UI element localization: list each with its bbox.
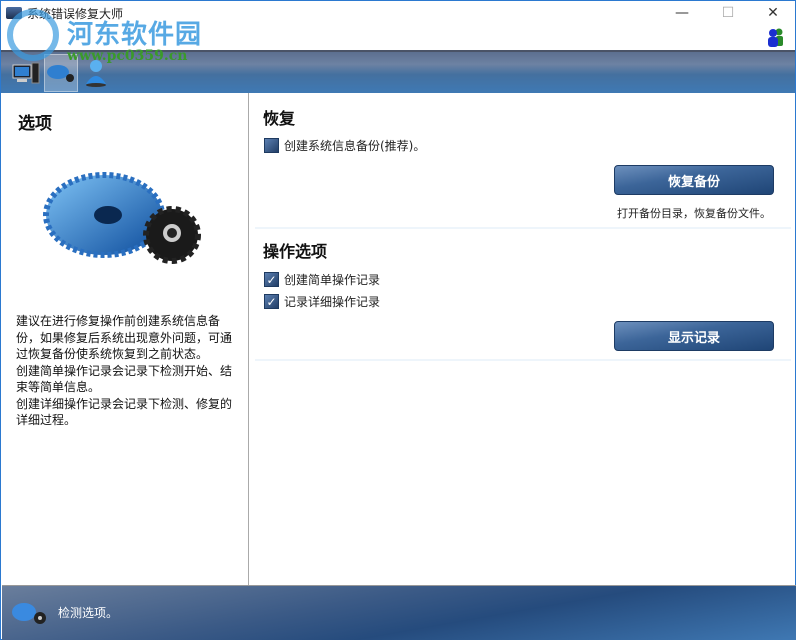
restore-section: 恢复 创建系统信息备份(推荐)。 恢复备份 打开备份目录，恢复备份文件。 xyxy=(255,93,791,229)
operation-options-section: 操作选项 ✓ 创建简单操作记录 ✓ 记录详细操作记录 显示记录 xyxy=(255,231,791,361)
detail-log-label: 记录详细操作记录 xyxy=(284,295,381,309)
app-window: 系统错误修复大师 河东软件园 — ☐ ✕ www.pc0359.cn 选项 建议… xyxy=(0,0,796,640)
title-bar: 系统错误修复大师 河东软件园 — ☐ ✕ xyxy=(1,1,795,61)
restore-backup-button[interactable]: 恢复备份 xyxy=(614,165,774,195)
right-panel: 恢复 创建系统信息备份(推荐)。 恢复备份 打开备份目录，恢复备份文件。 操作选… xyxy=(251,93,795,585)
watermark-logo-icon xyxy=(7,9,59,61)
simple-log-label: 创建简单操作记录 xyxy=(284,273,381,287)
watermark-text: 河东软件园 xyxy=(67,20,203,50)
watermark-url: www.pc0359.cn xyxy=(67,48,188,64)
gears-illustration-icon xyxy=(43,172,201,264)
maximize-button[interactable]: ☐ xyxy=(713,5,743,21)
options-description: 建议在进行修复操作前创建系统信息备份，如果修复后系统出现意外问题，可通过恢复备份… xyxy=(16,314,233,427)
left-panel: 选项 建议在进行修复操作前创建系统信息备份，如果修复后系统出现意外问题，可通过恢… xyxy=(2,93,249,585)
backup-checkbox-label: 创建系统信息备份(推荐)。 xyxy=(284,139,426,153)
status-text: 检测选项。 xyxy=(58,606,119,620)
restore-hint: 打开备份目录，恢复备份文件。 xyxy=(617,207,771,220)
restore-title: 恢复 xyxy=(263,109,296,128)
detail-log-checkbox[interactable]: ✓ 记录详细操作记录 xyxy=(264,293,380,310)
simple-log-checkbox[interactable]: ✓ 创建简单操作记录 xyxy=(264,271,380,288)
backup-checkbox[interactable]: 创建系统信息备份(推荐)。 xyxy=(264,137,425,154)
check-icon[interactable]: ✓ xyxy=(264,272,279,287)
gear-icon xyxy=(12,603,46,624)
close-button[interactable]: ✕ xyxy=(758,5,788,21)
checkbox-box[interactable] xyxy=(264,138,279,153)
show-log-button[interactable]: 显示记录 xyxy=(614,321,774,351)
status-bar: 检测选项。 xyxy=(2,585,796,640)
panel-title: 选项 xyxy=(18,114,52,134)
minimize-button[interactable]: — xyxy=(667,5,697,21)
computer-icon xyxy=(12,62,40,84)
users-icon[interactable] xyxy=(765,27,787,47)
operation-options-title: 操作选项 xyxy=(263,242,328,261)
check-icon[interactable]: ✓ xyxy=(264,294,279,309)
